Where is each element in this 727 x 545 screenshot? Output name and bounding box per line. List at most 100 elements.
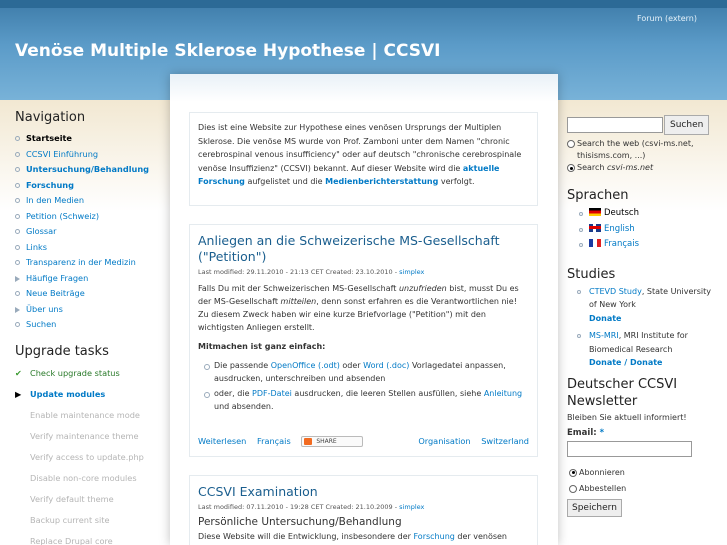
nav-link[interactable]: Petition (Schweiz): [26, 211, 99, 221]
article-body: Falls Du mit der Schweizerischen MS-Gese…: [198, 282, 529, 413]
text: der venösen: [454, 532, 507, 541]
list-item: oder, die PDF-Datei ausdrucken, die leer…: [204, 387, 529, 413]
newsletter-title: Deutscher CCSVI Newsletter: [567, 376, 678, 409]
nav-link[interactable]: Suchen: [26, 319, 56, 329]
language-link[interactable]: Français: [604, 239, 639, 249]
bullet: [15, 322, 20, 327]
tag-organisation[interactable]: Organisation: [418, 436, 470, 446]
article-links: Weiterlesen Français SHARE Organisation …: [198, 436, 529, 447]
nav-link[interactable]: Links: [26, 242, 47, 252]
nav-item[interactable]: Über uns: [15, 302, 165, 318]
text: Falls Du mit der Schweizerischen MS-Gese…: [198, 284, 399, 293]
radio-button-selected[interactable]: [567, 164, 575, 172]
nav-item[interactable]: Häufige Fragen: [15, 271, 165, 287]
radio-button-selected[interactable]: [569, 468, 577, 477]
share-button[interactable]: SHARE: [301, 436, 364, 447]
read-more-link[interactable]: Weiterlesen: [198, 436, 246, 446]
upgrade-task: Verify access to update.php: [15, 447, 165, 468]
author-link[interactable]: simplex: [399, 268, 424, 276]
site-title[interactable]: Venöse Multiple Sklerose Hypothese | CCS…: [15, 41, 441, 61]
article-title-link[interactable]: CCSVI Examination: [198, 484, 318, 499]
nav-item[interactable]: Suchen: [15, 317, 165, 333]
email-field[interactable]: [567, 440, 692, 457]
nav-link[interactable]: Untersuchung/Behandlung: [26, 164, 149, 174]
search-button[interactable]: Suchen: [664, 115, 710, 135]
nav-link[interactable]: CCSVI Einführung: [26, 149, 98, 159]
tag-switzerland[interactable]: Switzerland: [481, 436, 529, 446]
author-link[interactable]: simplex: [399, 503, 424, 511]
article-meta: Last modified: 07.11.2010 - 19:28 CET Cr…: [198, 503, 529, 511]
nav-item[interactable]: Untersuchung/Behandlung: [15, 162, 165, 178]
pdf-link[interactable]: PDF-Datei: [252, 389, 292, 398]
openoffice-link[interactable]: OpenOffice (.odt): [271, 361, 340, 370]
main-top-gradient: [170, 74, 558, 102]
language-item-fr[interactable]: Français: [579, 237, 712, 253]
donate-link[interactable]: Donate: [589, 314, 621, 323]
radio-button[interactable]: [567, 140, 575, 148]
bullet: [577, 289, 581, 294]
study-item: CTEVD Study, State University of New Yor…: [577, 285, 712, 326]
radio-button[interactable]: [569, 484, 577, 493]
studies-title: Studies: [567, 266, 616, 282]
nav-link[interactable]: In den Medien: [26, 195, 84, 205]
nav-link[interactable]: Über uns: [26, 304, 63, 314]
nav-link[interactable]: Häufige Fragen: [26, 273, 88, 283]
emphasis: mitteilen: [280, 297, 317, 306]
email-label: Email: *: [567, 428, 712, 438]
nav-item[interactable]: Forschung: [15, 178, 165, 194]
donate-link[interactable]: Donate: [630, 358, 662, 367]
language-item-en[interactable]: English: [579, 222, 712, 238]
search-web-option[interactable]: Search the web (csvi-ms.net, thisisms.co…: [567, 138, 712, 162]
nav-link[interactable]: Glossar: [26, 226, 57, 236]
language-item-de[interactable]: Deutsch: [579, 206, 712, 222]
language-link[interactable]: English: [604, 224, 635, 234]
save-button[interactable]: Speichern: [567, 498, 622, 517]
unsubscribe-option[interactable]: Abbestellen: [569, 483, 712, 495]
media-link[interactable]: Medienberichterstattung: [325, 177, 438, 186]
word-link[interactable]: Word (.doc): [363, 361, 409, 370]
upgrade-task: ▶ Update modules: [15, 384, 165, 405]
search-site-option[interactable]: Search csvi-ms.net: [567, 162, 712, 174]
upgrade-task-label: Check upgrade status: [30, 367, 120, 378]
research-link[interactable]: Forschung: [413, 532, 454, 541]
search-input[interactable]: [567, 117, 663, 133]
nav-link[interactable]: Forschung: [26, 180, 74, 190]
nav-item[interactable]: Petition (Schweiz): [15, 209, 165, 225]
nav-item[interactable]: CCSVI Einführung: [15, 147, 165, 163]
nav-link[interactable]: Neue Beiträge: [26, 288, 85, 298]
upgrade-task-list: ✔ Check upgrade status ▶ Update modules Enab…: [15, 363, 165, 545]
forum-link[interactable]: Forum (extern): [637, 14, 697, 23]
article-title-link[interactable]: Anliegen an die Schweizerische MS-Gesell…: [198, 233, 499, 264]
upgrade-task: Backup current site: [15, 510, 165, 531]
nav-item[interactable]: Startseite: [15, 131, 165, 147]
french-link[interactable]: Français: [257, 436, 291, 446]
nav-item[interactable]: In den Medien: [15, 193, 165, 209]
instructions-link[interactable]: Anleitung: [484, 389, 522, 398]
emphasis: unzufrieden: [398, 284, 447, 293]
intro-text-part: verfolgt.: [438, 177, 475, 186]
nav-item[interactable]: Links: [15, 240, 165, 256]
collapsed-arrow-icon: [15, 306, 20, 313]
bullet: [577, 334, 581, 338]
nav-item[interactable]: Neue Beiträge: [15, 286, 165, 302]
share-label: SHARE: [316, 438, 337, 445]
upgrade-task-label: Enable maintenance mode: [30, 409, 140, 420]
nav-link[interactable]: Startseite: [26, 133, 72, 143]
collapsed-arrow-icon: [15, 275, 20, 282]
bullet: [15, 182, 20, 188]
article-subheading: Persönliche Untersuchung/Behandlung: [198, 516, 402, 528]
study-link[interactable]: CTEVD Study: [589, 287, 642, 296]
upgrade-task-label: Verify default theme: [30, 493, 114, 504]
bullet: [15, 260, 20, 265]
nav-item[interactable]: Transparenz in der Medizin: [15, 255, 165, 271]
nav-link[interactable]: Transparenz in der Medizin: [26, 257, 136, 267]
article-examination: CCSVI Examination Last modified: 07.11.2…: [189, 475, 538, 545]
nav-item[interactable]: Glossar: [15, 224, 165, 240]
upgrade-tasks-title: Upgrade tasks: [15, 343, 109, 359]
donate-link[interactable]: Donate: [589, 358, 621, 367]
languages-title: Sprachen: [567, 188, 629, 203]
subscribe-option[interactable]: Abonnieren: [569, 467, 712, 479]
email-label-text: Email:: [567, 427, 597, 438]
bullet: [15, 229, 20, 234]
study-link[interactable]: MS-MRI: [589, 331, 619, 340]
